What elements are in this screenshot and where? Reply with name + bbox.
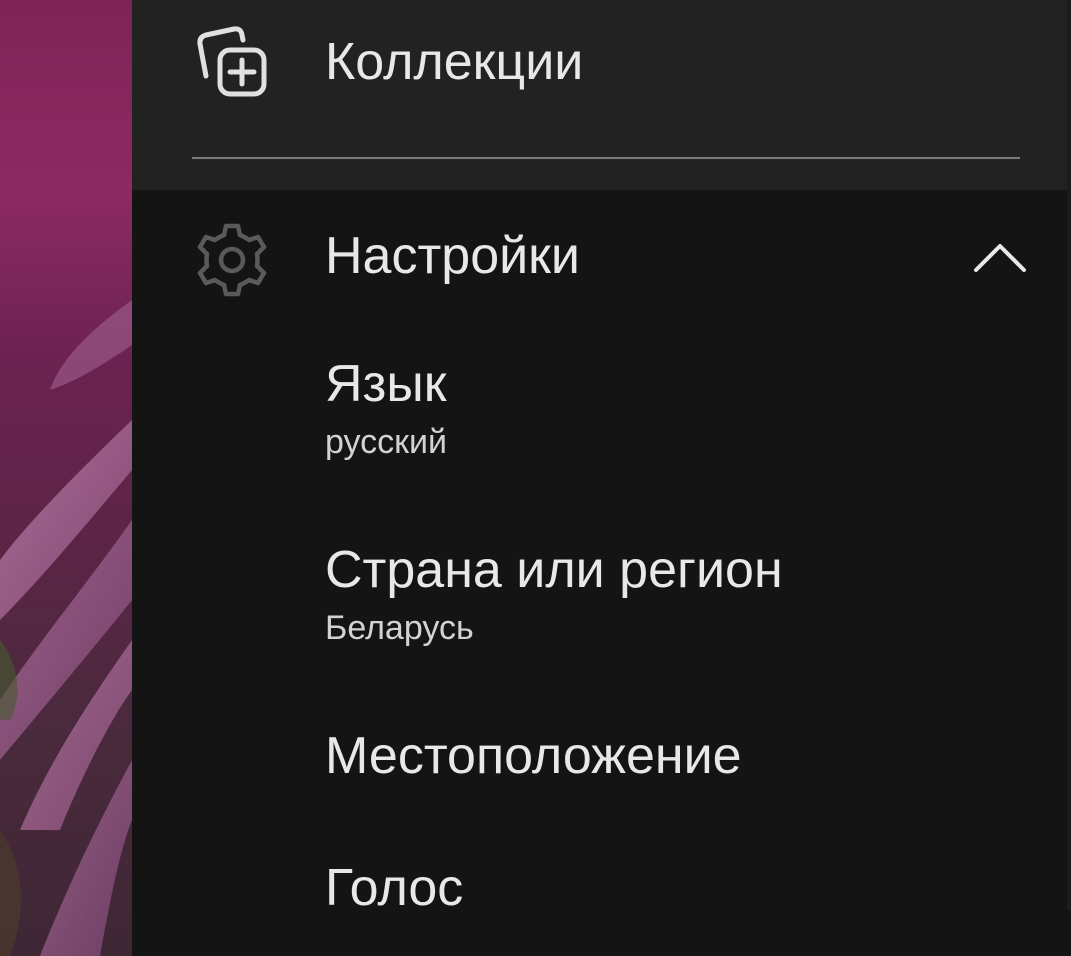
chevron-up-icon[interactable] bbox=[972, 242, 1028, 274]
menu-item-collections[interactable]: Коллекции bbox=[132, 0, 1071, 190]
scrollbar[interactable] bbox=[1067, 0, 1071, 910]
divider bbox=[192, 157, 1020, 159]
language-value: русский bbox=[325, 423, 448, 461]
background-photo bbox=[0, 0, 132, 956]
collections-add-icon bbox=[194, 24, 270, 100]
settings-item-location[interactable]: Местоположение bbox=[325, 726, 742, 786]
app-root: Коллекции Настройки Язык русский Страна … bbox=[0, 0, 1071, 956]
location-title: Местоположение bbox=[325, 727, 742, 785]
settings-item-country-region[interactable]: Страна или регион Беларусь bbox=[325, 540, 783, 648]
gear-icon bbox=[194, 222, 270, 298]
voice-title: Голос bbox=[325, 859, 464, 917]
settings-item-language[interactable]: Язык русский bbox=[325, 354, 447, 462]
side-menu-panel: Коллекции Настройки Язык русский Страна … bbox=[132, 0, 1071, 956]
language-title: Язык bbox=[325, 355, 447, 413]
menu-item-settings[interactable]: Настройки bbox=[132, 190, 1071, 322]
country-region-value: Беларусь bbox=[325, 609, 474, 647]
collections-label: Коллекции bbox=[325, 33, 584, 91]
settings-item-voice[interactable]: Голос bbox=[325, 858, 463, 918]
settings-label: Настройки bbox=[325, 227, 580, 285]
country-region-title: Страна или регион bbox=[325, 541, 783, 599]
